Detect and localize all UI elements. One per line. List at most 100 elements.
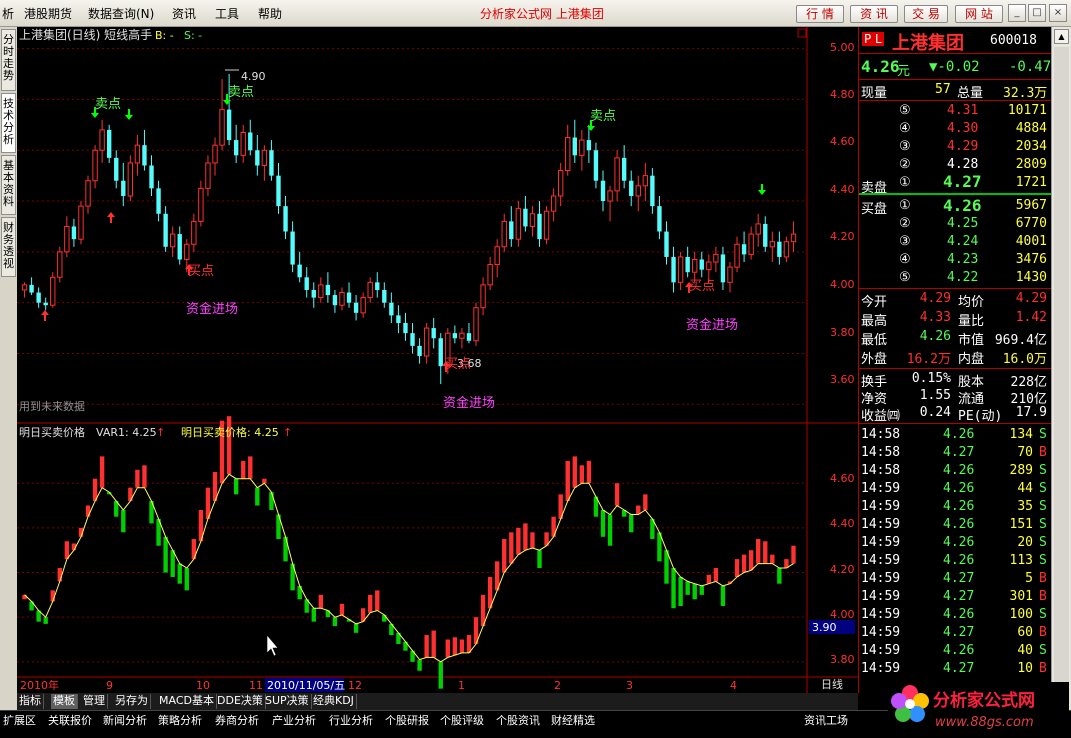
candle-body: [720, 254, 726, 283]
indicator-tab[interactable]: 另存为: [113, 694, 151, 709]
scroll-up-icon[interactable]: ▲: [1054, 29, 1069, 44]
fin-label: 收益㈣: [861, 409, 901, 424]
status-item[interactable]: 资讯工场: [804, 712, 848, 728]
tab-fundamentals[interactable]: 基本资料: [1, 155, 16, 215]
menu-item-hk-futures[interactable]: 港股期货: [24, 5, 72, 22]
sub-bar: [311, 608, 316, 622]
stat-value: 4.33: [919, 310, 951, 325]
status-item[interactable]: 个股评级: [440, 712, 484, 728]
sub-bar: [142, 465, 147, 488]
tick-volume: 44: [1017, 481, 1033, 496]
max-price-label: 4.90: [241, 70, 266, 83]
tab-financials[interactable]: 财务透视: [1, 217, 16, 277]
candle-body: [71, 226, 77, 240]
candle-body: [557, 170, 564, 197]
indicator-tab[interactable]: 经典KDJ: [311, 694, 357, 709]
tick-side: S: [1039, 481, 1047, 496]
candle-body: [212, 144, 218, 164]
menu-item-data-query[interactable]: 数据查询(N): [88, 5, 154, 22]
candle-body: [290, 231, 295, 265]
sub-bar: [22, 594, 27, 600]
menu-item-news[interactable]: 资讯: [172, 5, 196, 22]
candle-body: [297, 264, 302, 278]
candle-body: [431, 328, 436, 339]
candle-body: [523, 208, 528, 227]
sub-bar: [741, 554, 747, 573]
status-item[interactable]: 个股研报: [385, 712, 429, 728]
bid-volume: 1430: [1015, 270, 1047, 285]
minimize-icon[interactable]: _: [1008, 4, 1026, 22]
candle-body: [657, 206, 662, 232]
fund-in-label: 资金进场: [443, 395, 495, 411]
sub-bar: [537, 550, 542, 569]
total-volume-label: 总量: [957, 86, 984, 101]
stat-value: 1.42: [1015, 310, 1047, 325]
candle-body: [727, 266, 733, 283]
sub-bar: [445, 639, 450, 658]
candle-body: [134, 144, 141, 164]
menu-item-analysis[interactable]: 析: [2, 5, 14, 22]
status-item[interactable]: 券商分析: [215, 712, 259, 728]
indicator-tab[interactable]: 指标: [17, 694, 44, 709]
indicator-tab[interactable]: SUP决策: [263, 694, 312, 709]
tab-technical-analysis[interactable]: 技术分析: [1, 93, 16, 153]
candle-body: [509, 221, 514, 240]
change-percent: -0.47: [1009, 59, 1052, 75]
stat-label: 内盘: [958, 352, 985, 367]
indicator-tab[interactable]: MACD基本: [157, 694, 217, 709]
tick-volume: 20: [1017, 535, 1033, 550]
candle-body: [50, 276, 56, 306]
indicator-tab[interactable]: DDE决策: [215, 694, 266, 709]
sub-bar: [226, 416, 232, 475]
indicator-tab-bar: 指标 模板 管理 另存为 MACD基本 DDE决策 SUP决策 经典KDJ: [17, 693, 858, 710]
y-tick: 4.20: [830, 230, 855, 243]
candle-body: [699, 259, 704, 270]
status-item[interactable]: 扩展区: [3, 712, 36, 728]
kline-chart-area[interactable]: 上港集团(日线) 短线高手 B: - S: - 5.00 4.80 4.60 4…: [17, 27, 858, 693]
maximize-icon[interactable]: □: [1028, 4, 1046, 22]
menu-item-tools[interactable]: 工具: [215, 5, 239, 22]
x-axis-label: 2010年: [20, 678, 59, 692]
ask-level: ⑤: [899, 103, 911, 118]
sub-bar: [57, 568, 62, 582]
buy-point-label: 买点: [445, 357, 471, 372]
sub-bar: [791, 545, 796, 564]
news-button[interactable]: 资 讯: [850, 5, 898, 23]
bid-level: ②: [899, 216, 911, 231]
trade-button[interactable]: 交 易: [904, 5, 948, 23]
ask-volume: 4884: [1015, 121, 1047, 136]
fin-value: 0.15%: [911, 371, 951, 386]
period-label[interactable]: 日线: [821, 677, 843, 691]
sell-point-label: 卖点: [590, 109, 616, 124]
website-button[interactable]: 网 站: [955, 5, 1003, 23]
sub-bar: [502, 539, 507, 573]
tick-volume: 100: [1009, 607, 1033, 622]
status-item[interactable]: 策略分析: [158, 712, 202, 728]
quote-button[interactable]: 行 情: [796, 5, 844, 23]
candle-body: [142, 145, 147, 166]
status-item[interactable]: 关联报价: [48, 712, 92, 728]
status-item[interactable]: 个股资讯: [496, 712, 540, 728]
status-item[interactable]: 新闻分析: [103, 712, 147, 728]
tick-side: S: [1039, 643, 1047, 658]
var1-label: VAR1: 4.25: [96, 426, 157, 439]
indicator-tab[interactable]: 模板: [51, 694, 78, 709]
candle-body: [339, 292, 345, 306]
indicator-tab[interactable]: 管理: [81, 694, 108, 709]
vertical-scrollbar[interactable]: ▲: [1051, 27, 1071, 710]
candle-body: [360, 297, 366, 314]
menu-item-help[interactable]: 帮助: [258, 5, 282, 22]
close-icon[interactable]: ×: [1049, 4, 1067, 22]
ask-volume: 2809: [1015, 157, 1047, 172]
status-item[interactable]: 财经精选: [551, 712, 595, 728]
status-item[interactable]: 行业分析: [329, 712, 373, 728]
candle-body: [452, 333, 458, 339]
scroll-track[interactable]: [1054, 47, 1069, 687]
tick-time: 14:59: [861, 625, 901, 640]
bid-price: 4.23: [947, 252, 979, 267]
status-item[interactable]: 产业分析: [272, 712, 316, 728]
ask-price: 4.27: [943, 172, 982, 191]
tab-intraday[interactable]: 分时走势: [1, 29, 16, 91]
tick-time: 14:58: [861, 427, 901, 442]
sub-bar: [353, 623, 359, 633]
